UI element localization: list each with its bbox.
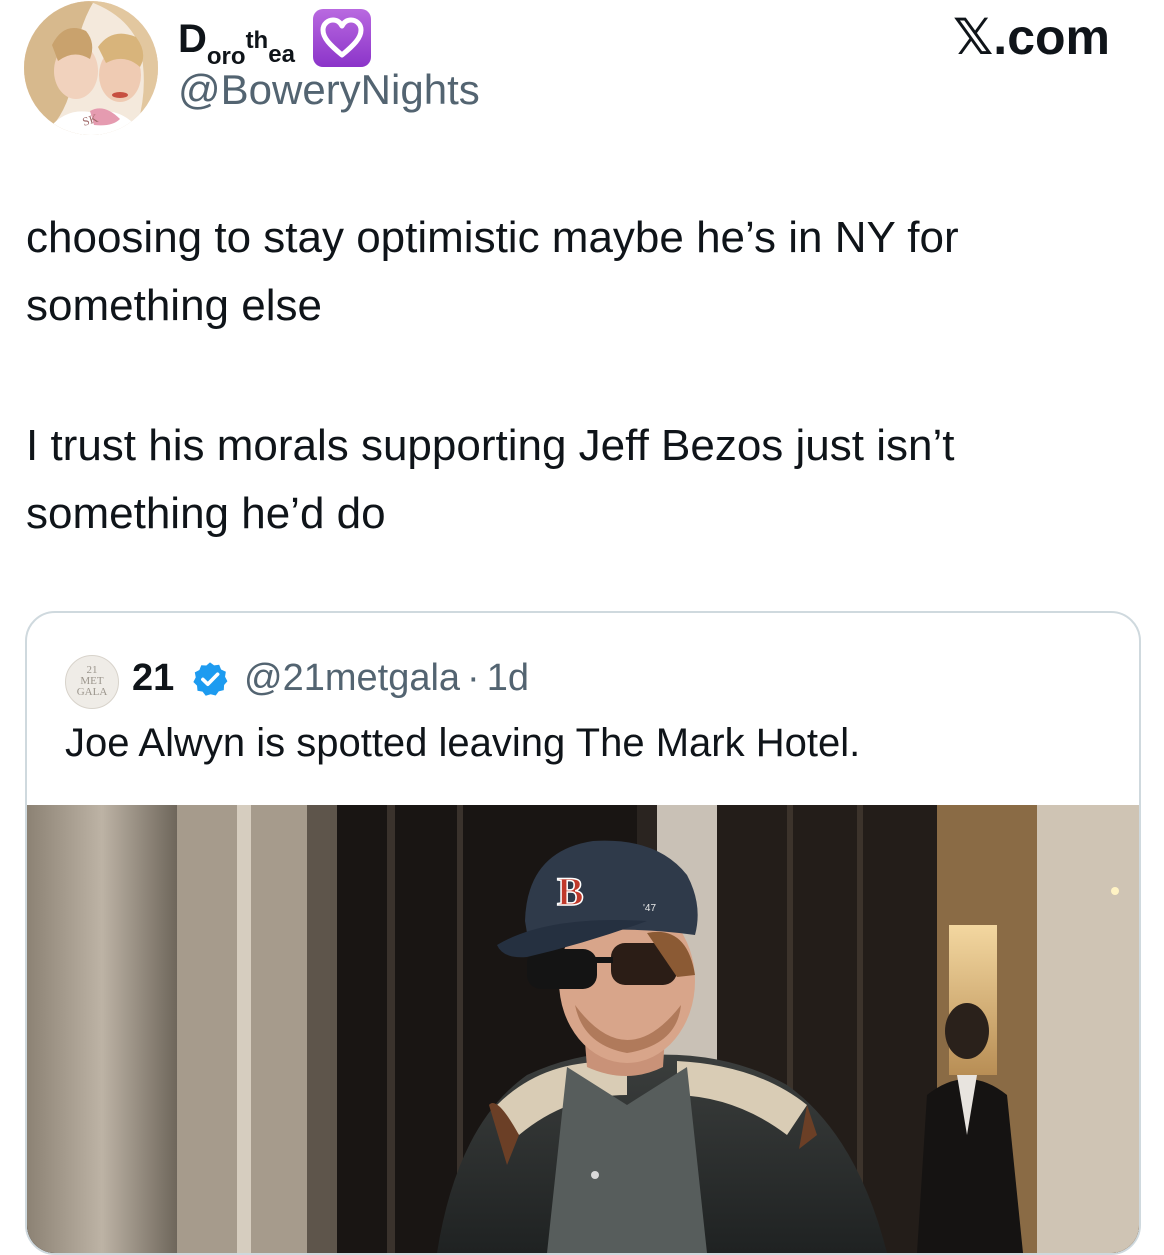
- quoted-tweet-card[interactable]: 21 MET GALA 21 @21metgala · 1d Joe Alwyn i…: [25, 611, 1141, 1255]
- site-label: 𝕏.com: [953, 9, 1110, 65]
- tweet-text-paragraph-2: I trust his morals supporting Jeff Bezos…: [26, 421, 955, 538]
- avatar-text-line-3: GALA: [76, 686, 108, 698]
- quoted-author-handle[interactable]: @21metgala: [244, 657, 460, 699]
- photo-scene: B '47: [27, 805, 1139, 1253]
- meta-separator: ·: [467, 657, 480, 699]
- quoted-author-meta[interactable]: @21metgala · 1d: [244, 657, 529, 700]
- author-display-name[interactable]: Dorothea: [178, 14, 295, 74]
- quoted-author-name[interactable]: 21: [132, 657, 174, 700]
- cap-tag-text: '47: [643, 903, 656, 914]
- quoted-tweet-text: Joe Alwyn is spotted leaving The Mark Ho…: [65, 721, 861, 765]
- author-handle[interactable]: @BoweryNights: [178, 66, 480, 114]
- author-avatar[interactable]: SK: [24, 1, 158, 135]
- quoted-author-avatar[interactable]: 21 MET GALA: [65, 655, 119, 709]
- display-name-part-ea: ea: [268, 41, 295, 68]
- tweet-text-paragraph-1: choosing to stay optimistic maybe he’s i…: [26, 213, 959, 330]
- cap-logo-text: B: [557, 869, 584, 914]
- quoted-tweet-time[interactable]: 1d: [487, 657, 529, 699]
- avatar-photo: SK: [24, 1, 158, 135]
- quoted-tweet-photo[interactable]: B '47: [27, 805, 1139, 1253]
- display-name-initial: D: [178, 17, 207, 61]
- purple-heart-icon: [313, 9, 371, 67]
- display-name-part-th: th: [245, 27, 269, 54]
- verified-badge-icon: [193, 662, 228, 696]
